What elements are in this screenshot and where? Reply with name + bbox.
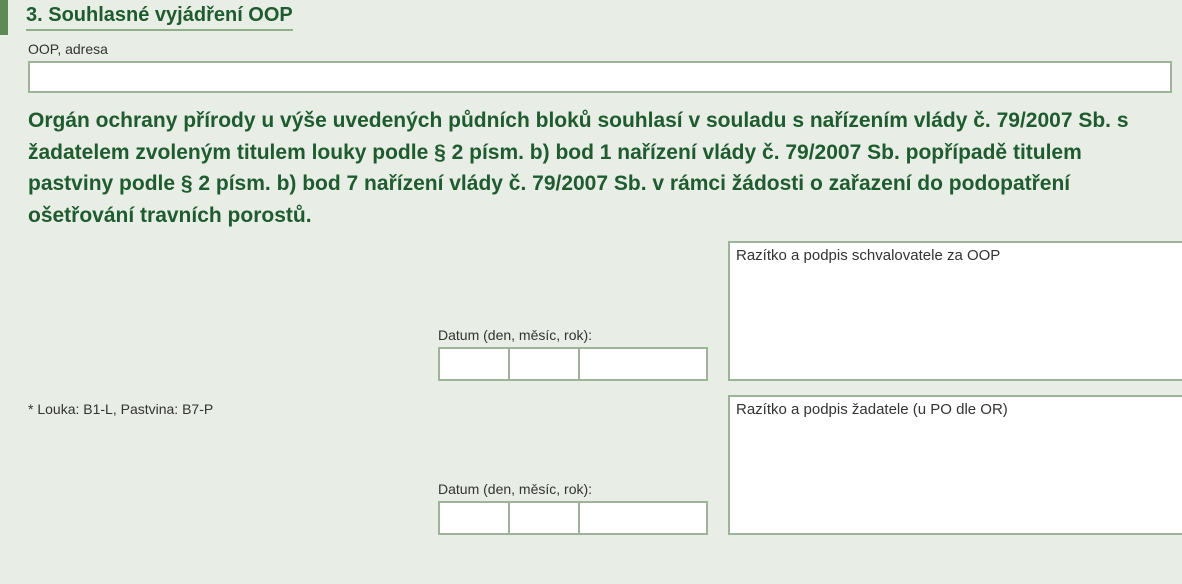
date1-month-input[interactable] <box>510 349 580 379</box>
date1-label: Datum (den, měsíc, rok): <box>438 327 718 343</box>
date2-year-input[interactable] <box>580 503 706 533</box>
date2-fields <box>438 501 708 535</box>
stamp-applicant-label: Razítko a podpis žadatele (u PO dle OR) <box>736 401 1008 418</box>
date1-year-input[interactable] <box>580 349 706 379</box>
date2-label: Datum (den, měsíc, rok): <box>438 481 718 497</box>
stamp-approver-box: Razítko a podpis schvalovatele za OOP <box>728 241 1182 381</box>
oop-address-label: OOP, adresa <box>28 41 1172 57</box>
stamp-approver-label: Razítko a podpis schvalovatele za OOP <box>736 247 1000 264</box>
date1-fields <box>438 347 708 381</box>
date2-day-input[interactable] <box>440 503 510 533</box>
oop-address-input[interactable] <box>28 61 1172 93</box>
footnote: * Louka: B1-L, Pastvina: B7-P <box>28 395 428 417</box>
date1-day-input[interactable] <box>440 349 510 379</box>
date2-month-input[interactable] <box>510 503 580 533</box>
stamp-applicant-box: Razítko a podpis žadatele (u PO dle OR) <box>728 395 1182 535</box>
section-title: 3. Souhlasné vyjádření OOP <box>26 4 293 31</box>
legal-text: Orgán ochrany přírody u výše uvedených p… <box>28 105 1172 231</box>
